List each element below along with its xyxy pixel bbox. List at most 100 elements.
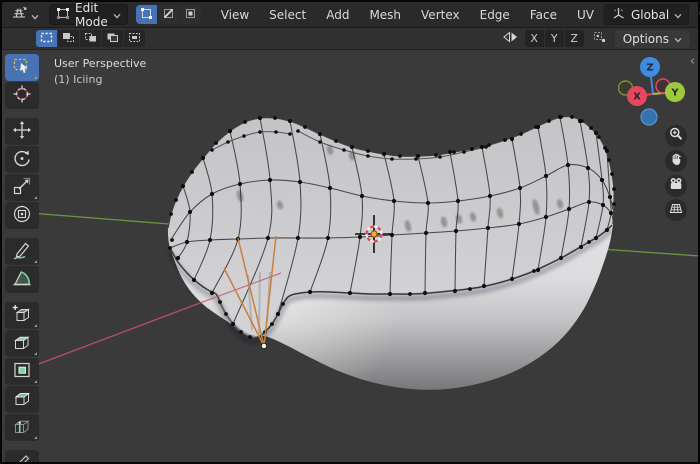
knife-icon: [11, 451, 33, 462]
cursor-tool-button[interactable]: [5, 82, 39, 109]
gizmo-axis-label: Y: [670, 88, 679, 99]
mode-label: Edit Mode: [75, 0, 108, 29]
selected-vertex[interactable]: [260, 342, 268, 350]
gizmo-neg-z-ball[interactable]: [640, 108, 658, 126]
face-select-icon: [184, 5, 197, 24]
pan-icon: [668, 151, 684, 171]
move-icon: [11, 119, 33, 145]
loop-cut-tool-button[interactable]: [5, 414, 39, 441]
cursor-icon: [11, 83, 33, 109]
edit-mode-icon: [56, 6, 70, 23]
select-invert-icon: [105, 29, 120, 48]
pan-nav-button[interactable]: [665, 150, 687, 172]
toggle-perspective-icon: [668, 200, 684, 220]
rotate-tool-button[interactable]: [5, 146, 39, 173]
annotate-tool-button[interactable]: [5, 238, 39, 265]
scale-icon: [11, 175, 33, 201]
menu-mesh[interactable]: Mesh: [359, 3, 411, 27]
move-tool-button[interactable]: [5, 118, 39, 145]
annotate-icon: [11, 239, 33, 265]
viewport-canvas[interactable]: [2, 50, 698, 462]
editor-type-button[interactable]: [6, 5, 43, 25]
extrude-region-tool-button[interactable]: [5, 330, 39, 357]
edge-select-mode-button[interactable]: [157, 5, 179, 24]
options-label: Options: [622, 31, 669, 46]
menu-bar: View Select Add Mesh Vertex Edge Face UV: [211, 3, 604, 27]
orientation-global-icon: [611, 6, 626, 23]
sidebar-collapse-arrow[interactable]: ‹: [690, 55, 695, 68]
mode-dropdown[interactable]: Edit Mode: [49, 1, 128, 29]
chevron-down-icon: [674, 8, 682, 22]
chevron-down-icon: [31, 5, 39, 24]
menu-uv[interactable]: UV: [567, 3, 604, 27]
bevel-tool-button[interactable]: [5, 386, 39, 413]
menu-vertex[interactable]: Vertex: [411, 3, 470, 27]
pivot-point-dropdown[interactable]: [695, 5, 700, 25]
select-intersect-button[interactable]: [124, 30, 145, 47]
orientation-label: Global: [630, 7, 670, 22]
navigation-gizmo[interactable]: X Y Z: [618, 54, 694, 134]
gizmo-axis-label: X: [633, 92, 641, 103]
select-set-button[interactable]: [36, 30, 57, 47]
add-cube-tool-button[interactable]: [5, 302, 39, 329]
chevron-down-icon: [113, 8, 121, 22]
bevel-icon: [11, 387, 33, 413]
extrude-region-icon: [11, 331, 33, 357]
snap-base-icon: [592, 29, 607, 48]
gizmo-axis-label: Z: [646, 63, 653, 74]
toggle-camera-nav-button[interactable]: [665, 175, 687, 197]
select-subtract-button[interactable]: [80, 30, 101, 47]
header-right-cluster: Global: [603, 4, 700, 25]
rotate-icon: [11, 147, 33, 173]
transform-tool-button[interactable]: [5, 202, 39, 229]
menu-select[interactable]: Select: [259, 3, 316, 27]
select-set-icon: [39, 29, 54, 48]
mirror-axis-x-button[interactable]: X: [524, 30, 544, 47]
transform-orientation-dropdown[interactable]: Global: [603, 4, 690, 25]
vertex-select-icon: [140, 5, 153, 24]
y-axis-line: [599, 248, 698, 257]
toggle-perspective-nav-button[interactable]: [665, 199, 687, 221]
measure-tool-button[interactable]: [5, 266, 39, 293]
options-dropdown[interactable]: Options: [614, 29, 690, 48]
selection-mode-group: [36, 30, 145, 47]
select-extend-button[interactable]: [58, 30, 79, 47]
viewport-3d[interactable]: User Perspective (1) Iciing XYZ ‹: [2, 50, 698, 462]
mirror-axis-z-button[interactable]: Z: [564, 30, 584, 47]
chevron-down-icon: [674, 32, 682, 46]
select-extend-icon: [61, 29, 76, 48]
inset-faces-icon: [11, 359, 33, 385]
knife-tool-button[interactable]: [5, 450, 39, 462]
snap-base-button[interactable]: [588, 29, 611, 49]
mirror-axis-y-button[interactable]: Y: [544, 30, 564, 47]
select-box-icon: [11, 55, 33, 81]
mirror-axes-group: XYZ: [524, 30, 584, 47]
mesh-select-mode-group: [135, 5, 201, 24]
mirror-button[interactable]: [498, 29, 523, 49]
scale-tool-button[interactable]: [5, 174, 39, 201]
loop-cut-icon: [11, 415, 33, 441]
select-subtract-icon: [83, 29, 98, 48]
mirror-icon: [502, 29, 519, 48]
inset-faces-tool-button[interactable]: [5, 358, 39, 385]
edge-select-icon: [162, 5, 175, 24]
menu-add[interactable]: Add: [316, 3, 359, 27]
blender-window: Edit Mode View Select Add Mesh Vertex Edge Fac…: [0, 0, 700, 464]
object-origin: [370, 230, 378, 238]
menu-face[interactable]: Face: [520, 3, 567, 27]
select-invert-button[interactable]: [102, 30, 123, 47]
face-select-mode-button[interactable]: [179, 5, 201, 24]
toggle-camera-icon: [668, 176, 684, 196]
menu-edge[interactable]: Edge: [470, 3, 520, 27]
tool-settings-bar: XYZ Options: [2, 28, 698, 50]
menu-view[interactable]: View: [211, 3, 259, 27]
viewport-3d-icon: [10, 5, 28, 24]
measure-icon: [11, 267, 33, 293]
select-box-tool-button[interactable]: [5, 54, 39, 81]
transform-icon: [11, 203, 33, 229]
x-axis-line: [27, 302, 201, 369]
add-cube-icon: [11, 303, 33, 329]
viewport-header: Edit Mode View Select Add Mesh Vertex Edge Fac…: [2, 1, 700, 29]
select-intersect-icon: [127, 29, 142, 48]
vertex-select-mode-button[interactable]: [135, 5, 157, 24]
